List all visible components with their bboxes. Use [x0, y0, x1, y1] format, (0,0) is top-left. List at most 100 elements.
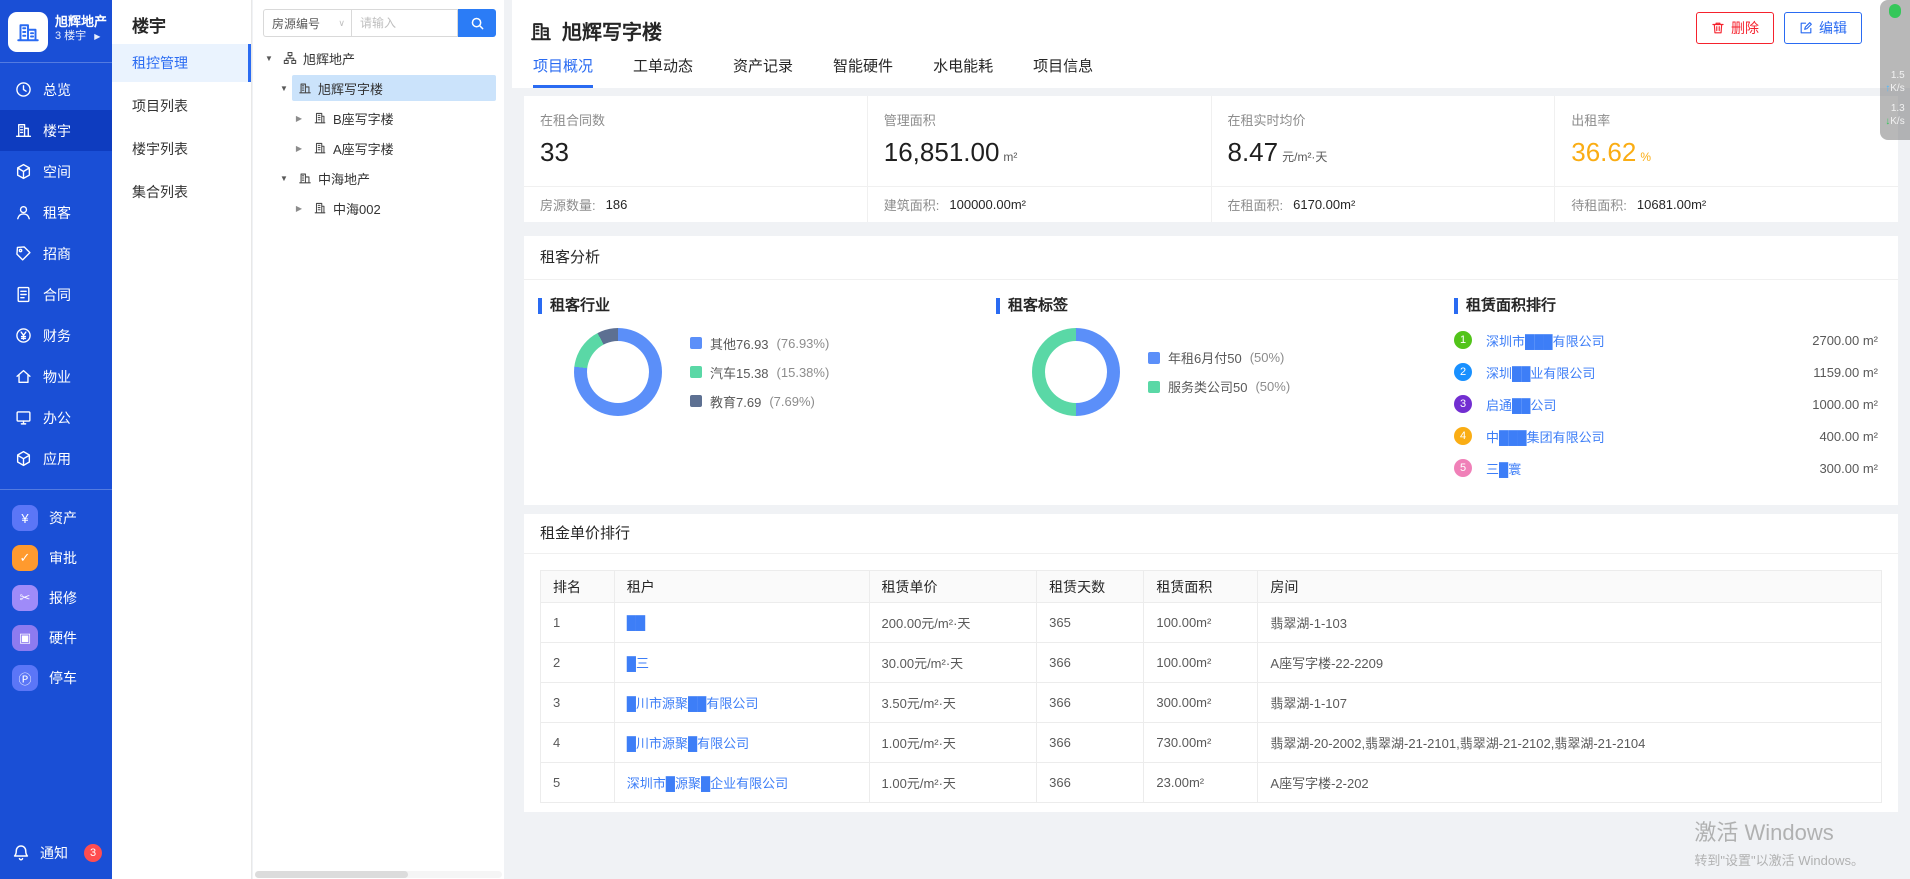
company-link[interactable]: 中███集团有限公司 [1486, 427, 1809, 446]
sidebar-item-finance[interactable]: 财务 [0, 315, 112, 356]
caret-right-icon[interactable]: ▶ [291, 204, 307, 213]
search-input[interactable] [351, 9, 458, 37]
sidebar-item-label: 审批 [49, 548, 77, 568]
company-link[interactable]: 三█寰 [1486, 459, 1809, 478]
sidebar-item-label: 楼宇 [43, 121, 71, 141]
menu-item-project-list[interactable]: 项目列表 [112, 87, 251, 125]
sidebar-item-overview[interactable]: 总览 [0, 69, 112, 110]
caret-right-icon[interactable]: ▶ [291, 144, 307, 153]
tab-utilities[interactable]: 水电能耗 [933, 55, 993, 88]
tree-node[interactable]: ▼ 旭辉地产 [253, 43, 504, 73]
menu-item-rent-control[interactable]: 租控管理 [112, 44, 251, 82]
net-speed-widget[interactable]: 1.5 ↑K/s 1.3 ↓K/s [1880, 0, 1910, 140]
trash-icon [1711, 21, 1725, 35]
person-icon [14, 204, 32, 222]
cell-rank: 1 [541, 603, 615, 643]
cell-area: 100.00m² [1144, 643, 1258, 683]
tree-node[interactable]: ▼ 中海地产 [253, 163, 504, 193]
scrollbar-thumb[interactable] [255, 871, 408, 878]
tenant-link[interactable]: █川市源聚██有限公司 [614, 683, 869, 723]
company-link[interactable]: 深圳市███有限公司 [1486, 331, 1802, 350]
tenant-link[interactable]: 深圳市█源聚█企业有限公司 [614, 763, 869, 803]
notification-badge: 3 [84, 844, 102, 862]
tenant-industry-section: 租客行业 其他76.93(76.93%) 汽车15.38(15.38%) 教育7… [524, 280, 982, 504]
download-speed-unit: K/s [1890, 116, 1904, 127]
substat-value: 6170.00m² [1293, 197, 1355, 212]
legend-swatch [690, 366, 702, 378]
substat-available-area: 待租面积: 10681.00m² [1555, 187, 1898, 222]
substat-label: 房源数量: [540, 195, 596, 214]
table-row: 3 █川市源聚██有限公司 3.50元/m²·天 366 300.00m² 翡翠… [541, 683, 1882, 723]
building-tree: ▼ 旭辉地产 ▼ 旭辉写字楼 ▶ B座写字楼 [253, 43, 504, 223]
sidebar-item-office[interactable]: 办公 [0, 397, 112, 438]
cell-rank: 2 [541, 643, 615, 683]
upload-speed-value: 1.5 [1885, 70, 1904, 83]
tab-project-overview[interactable]: 项目概况 [533, 55, 593, 88]
substat-value: 10681.00m² [1637, 197, 1706, 212]
sidebar-item-asset[interactable]: ¥ 资产 [0, 498, 112, 538]
tree-node[interactable]: ▶ 中海002 [253, 193, 504, 223]
sidebar-item-space[interactable]: 空间 [0, 151, 112, 192]
delete-button[interactable]: 删除 [1696, 12, 1774, 44]
tree-node-label: B座写字楼 [333, 109, 394, 128]
monitor-icon [14, 409, 32, 427]
tree-node-label: 旭辉写字楼 [318, 79, 383, 98]
substat-value: 100000.00m² [949, 197, 1026, 212]
rank-badge: 4 [1454, 427, 1472, 445]
sidebar-item-notifications[interactable]: 通知 3 [0, 835, 112, 879]
sidebar-item-label: 通知 [40, 843, 68, 863]
tab-asset-records[interactable]: 资产记录 [733, 55, 793, 88]
building-icon [298, 81, 312, 95]
tenant-link[interactable]: ██ [614, 603, 869, 643]
tab-project-info[interactable]: 项目信息 [1033, 55, 1093, 88]
sidebar-item-contracts[interactable]: 合同 [0, 274, 112, 315]
col-header-price: 租赁单价 [869, 571, 1037, 603]
tenant-link[interactable]: █三 [614, 643, 869, 683]
upload-speed-unit: K/s [1890, 83, 1904, 94]
company-link[interactable]: 启通██公司 [1486, 395, 1802, 414]
sidebar-item-buildings[interactable]: 楼宇 [0, 110, 112, 151]
tab-smart-hardware[interactable]: 智能硬件 [833, 55, 893, 88]
company-link[interactable]: 深圳██业有限公司 [1486, 363, 1803, 382]
module-title: 楼宇 [112, 0, 251, 44]
sidebar-item-property[interactable]: 物业 [0, 356, 112, 397]
overview-icon [14, 81, 32, 99]
sidebar-item-hardware[interactable]: ▣ 硬件 [0, 618, 112, 658]
app-root: 旭辉地产 3 楼宇 ▶ 总览 楼宇 空间 租 [0, 0, 1910, 879]
sidebar-item-parking[interactable]: Ⓟ 停车 [0, 658, 112, 698]
sidebar-item-apps[interactable]: 应用 [0, 438, 112, 479]
sidebar-item-tenants[interactable]: 租客 [0, 192, 112, 233]
search-button[interactable] [458, 9, 496, 37]
cell-area: 23.00m² [1144, 763, 1258, 803]
tenant-link[interactable]: █川市源聚█有限公司 [614, 723, 869, 763]
building-icon [313, 201, 327, 215]
search-type-select[interactable]: 房源编号 ∨ [263, 9, 351, 37]
horizontal-scrollbar[interactable] [255, 871, 502, 878]
sidebar-item-repair[interactable]: ✂ 报修 [0, 578, 112, 618]
org-switcher[interactable]: 旭辉地产 3 楼宇 ▶ [0, 0, 112, 62]
sidebar-item-label: 合同 [43, 285, 71, 305]
legend-label: 其他76.93 [710, 334, 769, 353]
caret-down-icon[interactable]: ▼ [261, 54, 277, 63]
sidebar-item-approval[interactable]: ✓ 审批 [0, 538, 112, 578]
rank-badge: 1 [1454, 331, 1472, 349]
list-item: 1 深圳市███有限公司 2700.00 m² [1454, 328, 1878, 352]
tree-node[interactable]: ▶ A座写字楼 [253, 133, 504, 163]
building-icon [298, 171, 312, 185]
rank-badge: 3 [1454, 395, 1472, 413]
tree-node[interactable]: ▶ B座写字楼 [253, 103, 504, 133]
menu-item-collection-list[interactable]: 集合列表 [112, 173, 251, 211]
org-expand-icon[interactable]: ▶ [94, 32, 100, 42]
caret-down-icon[interactable]: ▼ [276, 174, 292, 183]
stat-contract-count: 在租合同数 33 [524, 96, 868, 186]
tab-workorder-activity[interactable]: 工单动态 [633, 55, 693, 88]
legend-percent: (7.69%) [769, 394, 815, 409]
sidebar-item-investment[interactable]: 招商 [0, 233, 112, 274]
menu-item-building-list[interactable]: 楼宇列表 [112, 130, 251, 168]
edit-button[interactable]: 编辑 [1784, 12, 1862, 44]
tree-node-label: 中海地产 [318, 169, 370, 188]
tree-node[interactable]: ▼ 旭辉写字楼 [253, 73, 504, 103]
caret-right-icon[interactable]: ▶ [291, 114, 307, 123]
building-icon [14, 122, 32, 140]
caret-down-icon[interactable]: ▼ [276, 84, 292, 93]
